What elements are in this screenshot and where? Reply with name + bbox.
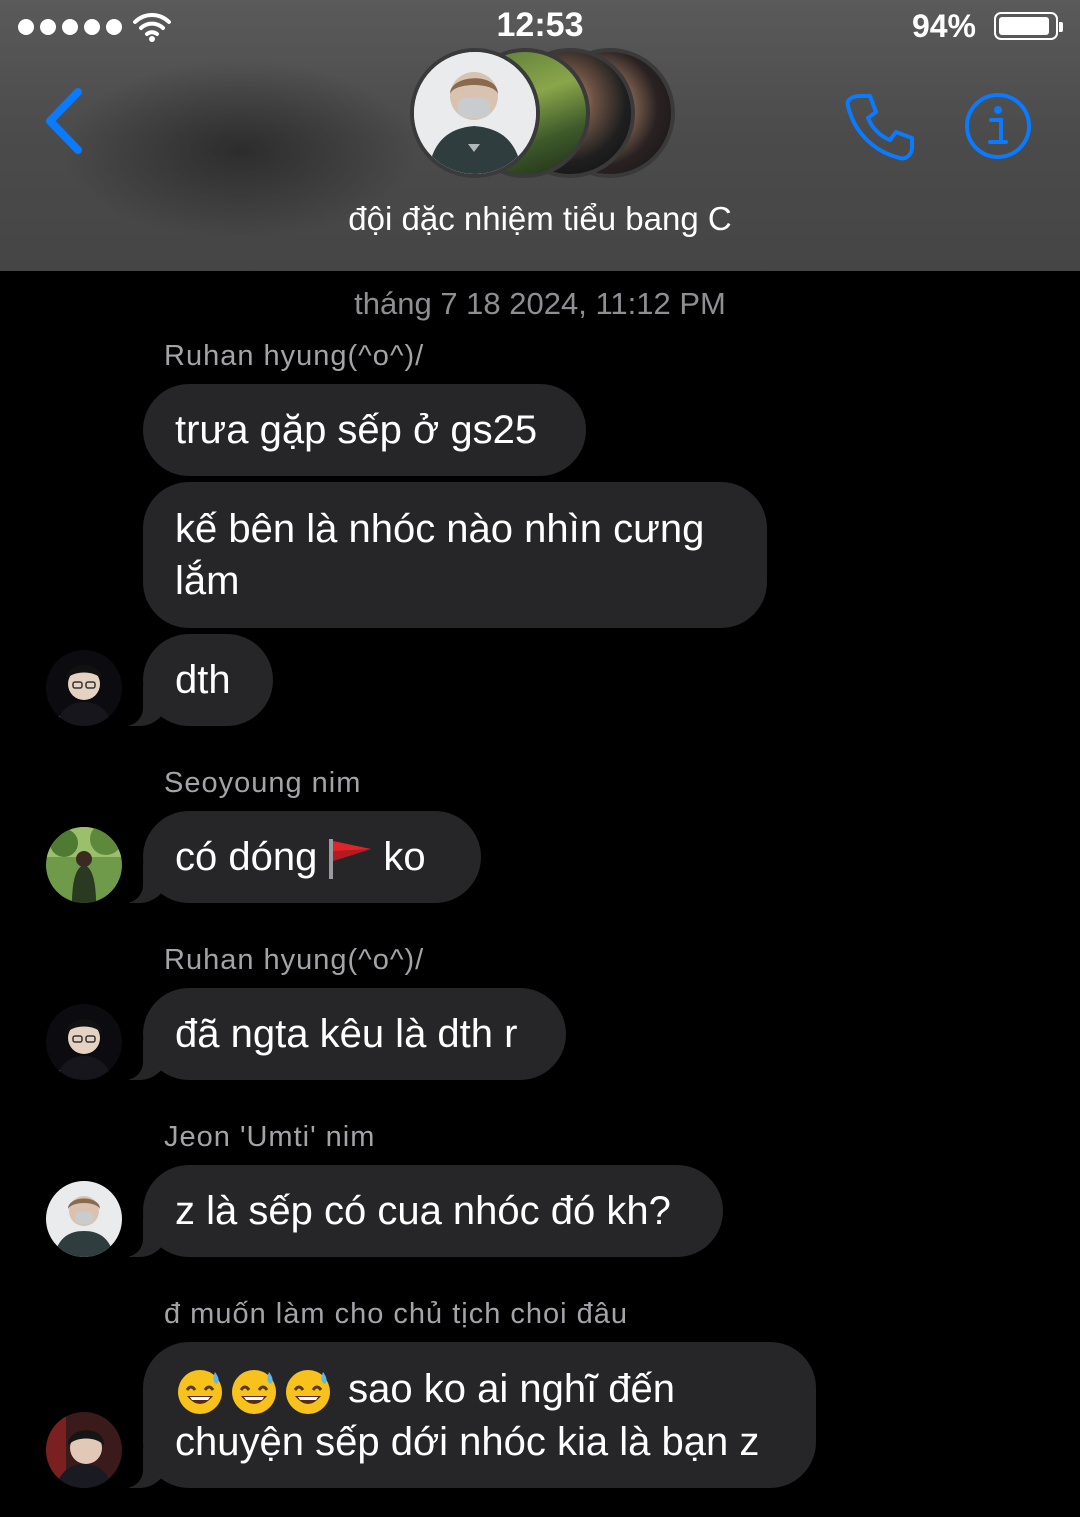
sender-name: Seoyoung nim — [164, 767, 362, 799]
message-text: đã ngta kêu là dth r — [175, 1012, 518, 1056]
avatar[interactable] — [46, 650, 122, 726]
avatar[interactable] — [46, 827, 122, 903]
message-text: trưa gặp sếp ở gs25 — [175, 408, 538, 452]
info-icon[interactable] — [964, 92, 1032, 160]
message-bubble[interactable]: có dóng ko — [121, 811, 481, 903]
group-avatar-stack[interactable] — [405, 48, 685, 180]
message-bubble[interactable]: kế bên là nhóc nào nhìn cưng lắm — [143, 482, 767, 628]
avatar[interactable] — [46, 1412, 122, 1488]
back-chevron-icon[interactable] — [40, 86, 88, 156]
sender-name: Jeon 'Umti' nim — [164, 1121, 376, 1153]
phone-call-icon[interactable] — [842, 90, 916, 164]
message-text: dth — [175, 658, 231, 702]
message-bubble[interactable]: dth — [121, 634, 273, 726]
status-bar: 12:53 94% — [0, 0, 1080, 54]
group-member-avatar — [410, 48, 540, 178]
avatar[interactable] — [46, 1004, 122, 1080]
message-bubble[interactable]: trưa gặp sếp ở gs25 — [143, 384, 586, 476]
group-name[interactable]: đội đặc nhiệm tiểu bang C — [0, 200, 1080, 238]
sweat-smile-emoji-icon — [232, 1370, 276, 1415]
conversation-header: 12:53 94% đội đặc nhiệm tiểu bang C — [0, 0, 1080, 271]
sender-name: Ruhan hyung(^o^)/ — [164, 340, 425, 372]
sweat-smile-emoji-icon — [286, 1370, 330, 1415]
message-text: z là sếp có cua nhóc đó kh? — [175, 1189, 671, 1233]
message-text: sao ko ai nghĩ đến chuyện sếp dới nhóc k… — [175, 1367, 760, 1465]
message-text: kế bên là nhóc nào nhìn cưng lắm — [175, 507, 705, 603]
message-bubble[interactable]: z là sếp có cua nhóc đó kh? — [121, 1165, 723, 1257]
battery-icon — [994, 12, 1063, 40]
message-bubble[interactable]: sao ko ai nghĩ đến chuyện sếp dới nhóc k… — [121, 1342, 816, 1488]
sweat-smile-emoji-icon — [178, 1370, 222, 1415]
sender-name: đ muốn làm cho chủ tịch choi đâu — [164, 1298, 629, 1330]
message-bubble[interactable]: đã ngta kêu là dth r — [121, 988, 566, 1080]
avatar[interactable] — [46, 1181, 122, 1257]
sender-name: Ruhan hyung(^o^)/ — [164, 944, 425, 976]
battery-percentage: 94% — [911, 8, 976, 44]
red-flag-emoji-icon — [329, 839, 372, 880]
message-timestamp: tháng 7 18 2024, 11:12 PM — [354, 286, 726, 321]
message-text: có dóng ko — [175, 831, 449, 883]
